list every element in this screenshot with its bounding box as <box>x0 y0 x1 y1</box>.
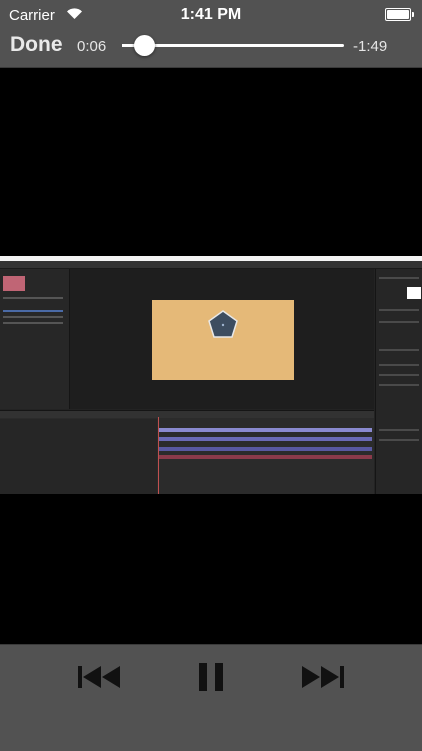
elapsed-time: 0:06 <box>77 38 107 55</box>
skip-back-icon <box>78 666 120 688</box>
video-panel-line <box>379 429 419 431</box>
video-panel-line <box>379 349 419 351</box>
done-button[interactable]: Done <box>10 33 63 57</box>
remaining-time: -1:49 <box>353 38 388 55</box>
battery-nub <box>412 12 414 17</box>
video-layer-bar <box>158 428 372 432</box>
video-timeline-panel <box>0 410 374 494</box>
video-effects-panel <box>375 269 422 494</box>
status-time: 1:41 PM <box>180 6 242 23</box>
player-top-bar: Carrier 1:41 PM Done 0:06 -1:49 <box>0 0 422 68</box>
video-thumbnail <box>3 276 25 291</box>
video-frame[interactable] <box>0 256 422 494</box>
pause-button[interactable] <box>197 662 225 692</box>
video-composition-viewer <box>70 269 374 409</box>
video-panel-line <box>379 384 419 386</box>
video-color-swatch <box>407 287 421 299</box>
video-panel-line <box>379 439 419 441</box>
video-project-row <box>3 297 63 299</box>
video-playhead <box>158 417 159 494</box>
skip-forward-button[interactable] <box>300 662 344 692</box>
status-bar: Carrier 1:41 PM <box>0 0 422 30</box>
pentagon-shape <box>208 310 238 338</box>
video-panel-line <box>379 374 419 376</box>
video-project-row <box>3 322 63 324</box>
video-panel-line <box>379 321 419 323</box>
pause-icon <box>199 663 223 691</box>
battery-icon <box>385 8 414 21</box>
video-layer-bar <box>158 447 372 451</box>
video-timeline-header <box>0 411 374 418</box>
scrubber-thumb[interactable] <box>133 35 155 56</box>
video-project-panel <box>0 269 70 409</box>
video-panel-line <box>379 309 419 311</box>
video-project-row <box>3 316 63 318</box>
video-project-row <box>3 310 63 312</box>
video-panel-line <box>379 364 419 366</box>
scrubber-track[interactable] <box>122 44 344 47</box>
video-composition <box>152 300 294 380</box>
skip-back-button[interactable] <box>78 662 122 692</box>
skip-forward-icon <box>302 666 344 688</box>
battery-level <box>387 10 409 19</box>
video-panel-line <box>379 277 419 279</box>
video-app-toolbar <box>0 261 422 269</box>
player-controls-bar <box>0 644 422 751</box>
video-layer-list <box>0 419 157 494</box>
video-layer-bar <box>158 455 372 459</box>
video-layer-bar <box>158 437 372 441</box>
